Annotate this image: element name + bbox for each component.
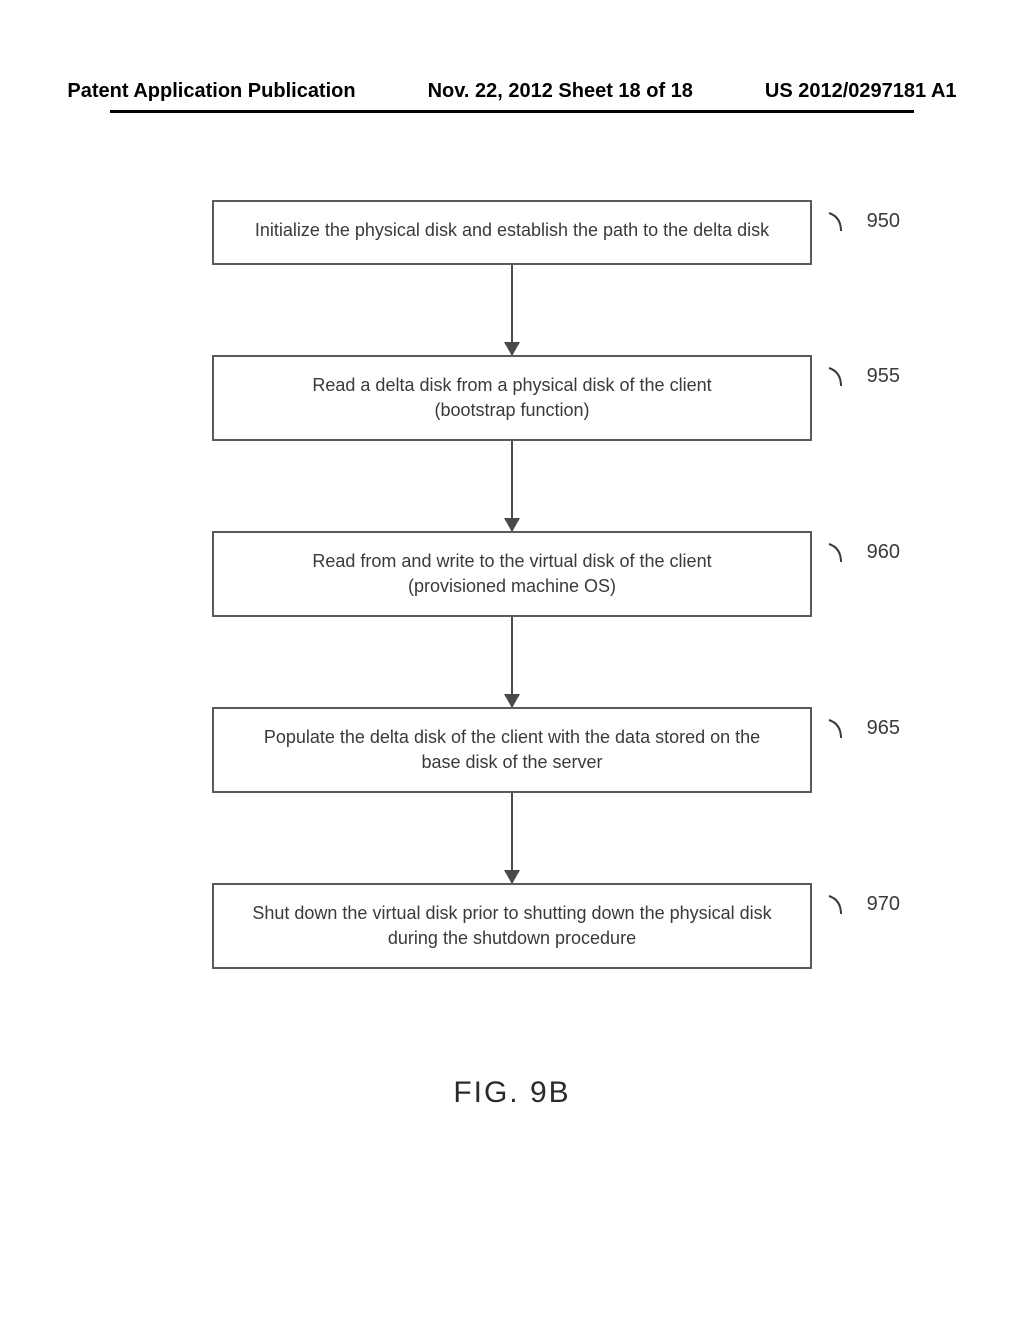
header-left: Patent Application Publication: [67, 80, 355, 103]
ref-label: 955: [827, 365, 900, 388]
ref-label: 970: [827, 893, 900, 916]
figure-caption: FIG. 9B: [0, 1076, 1024, 1110]
node-text: Initialize the physical disk and establi…: [255, 220, 769, 240]
flow-node-970: Shut down the virtual disk prior to shut…: [212, 883, 812, 969]
flow-node-950: Initialize the physical disk and establi…: [212, 200, 812, 265]
header-center: Nov. 22, 2012 Sheet 18 of 18: [428, 80, 693, 103]
ref-number: 965: [867, 717, 900, 740]
page-header: Patent Application Publication Nov. 22, …: [0, 80, 1024, 103]
flow-arrow: [511, 441, 513, 531]
flow-node-960: Read from and write to the virtual disk …: [212, 531, 812, 617]
ref-tick-icon: [827, 718, 861, 740]
ref-number: 955: [867, 365, 900, 388]
ref-label: 965: [827, 717, 900, 740]
node-text: Read from and write to the virtual disk …: [312, 551, 711, 571]
node-text: Read a delta disk from a physical disk o…: [312, 375, 711, 395]
ref-number: 960: [867, 541, 900, 564]
header-gap: [384, 80, 400, 103]
header-rule: [110, 110, 914, 113]
node-text-line2: during the shutdown procedure: [230, 928, 794, 949]
node-text-line2: (provisioned machine OS): [230, 576, 794, 597]
ref-tick-icon: [827, 542, 861, 564]
ref-tick-icon: [827, 211, 861, 233]
flow-node-955: Read a delta disk from a physical disk o…: [212, 355, 812, 441]
node-text-line2: (bootstrap function): [230, 400, 794, 421]
ref-label: 960: [827, 541, 900, 564]
ref-number: 950: [867, 210, 900, 233]
node-text-line2: base disk of the server: [230, 752, 794, 773]
ref-tick-icon: [827, 894, 861, 916]
ref-tick-icon: [827, 366, 861, 388]
header-gap: [721, 80, 737, 103]
flow-node-965: Populate the delta disk of the client wi…: [212, 707, 812, 793]
flow-arrow: [511, 617, 513, 707]
flowchart: Initialize the physical disk and establi…: [0, 200, 1024, 969]
flow-arrow: [511, 265, 513, 355]
header-right: US 2012/0297181 A1: [765, 80, 957, 103]
flow-arrow: [511, 793, 513, 883]
node-text: Populate the delta disk of the client wi…: [264, 727, 760, 747]
ref-label: 950: [827, 210, 900, 233]
ref-number: 970: [867, 893, 900, 916]
page: Patent Application Publication Nov. 22, …: [0, 0, 1024, 1320]
node-text: Shut down the virtual disk prior to shut…: [252, 903, 771, 923]
